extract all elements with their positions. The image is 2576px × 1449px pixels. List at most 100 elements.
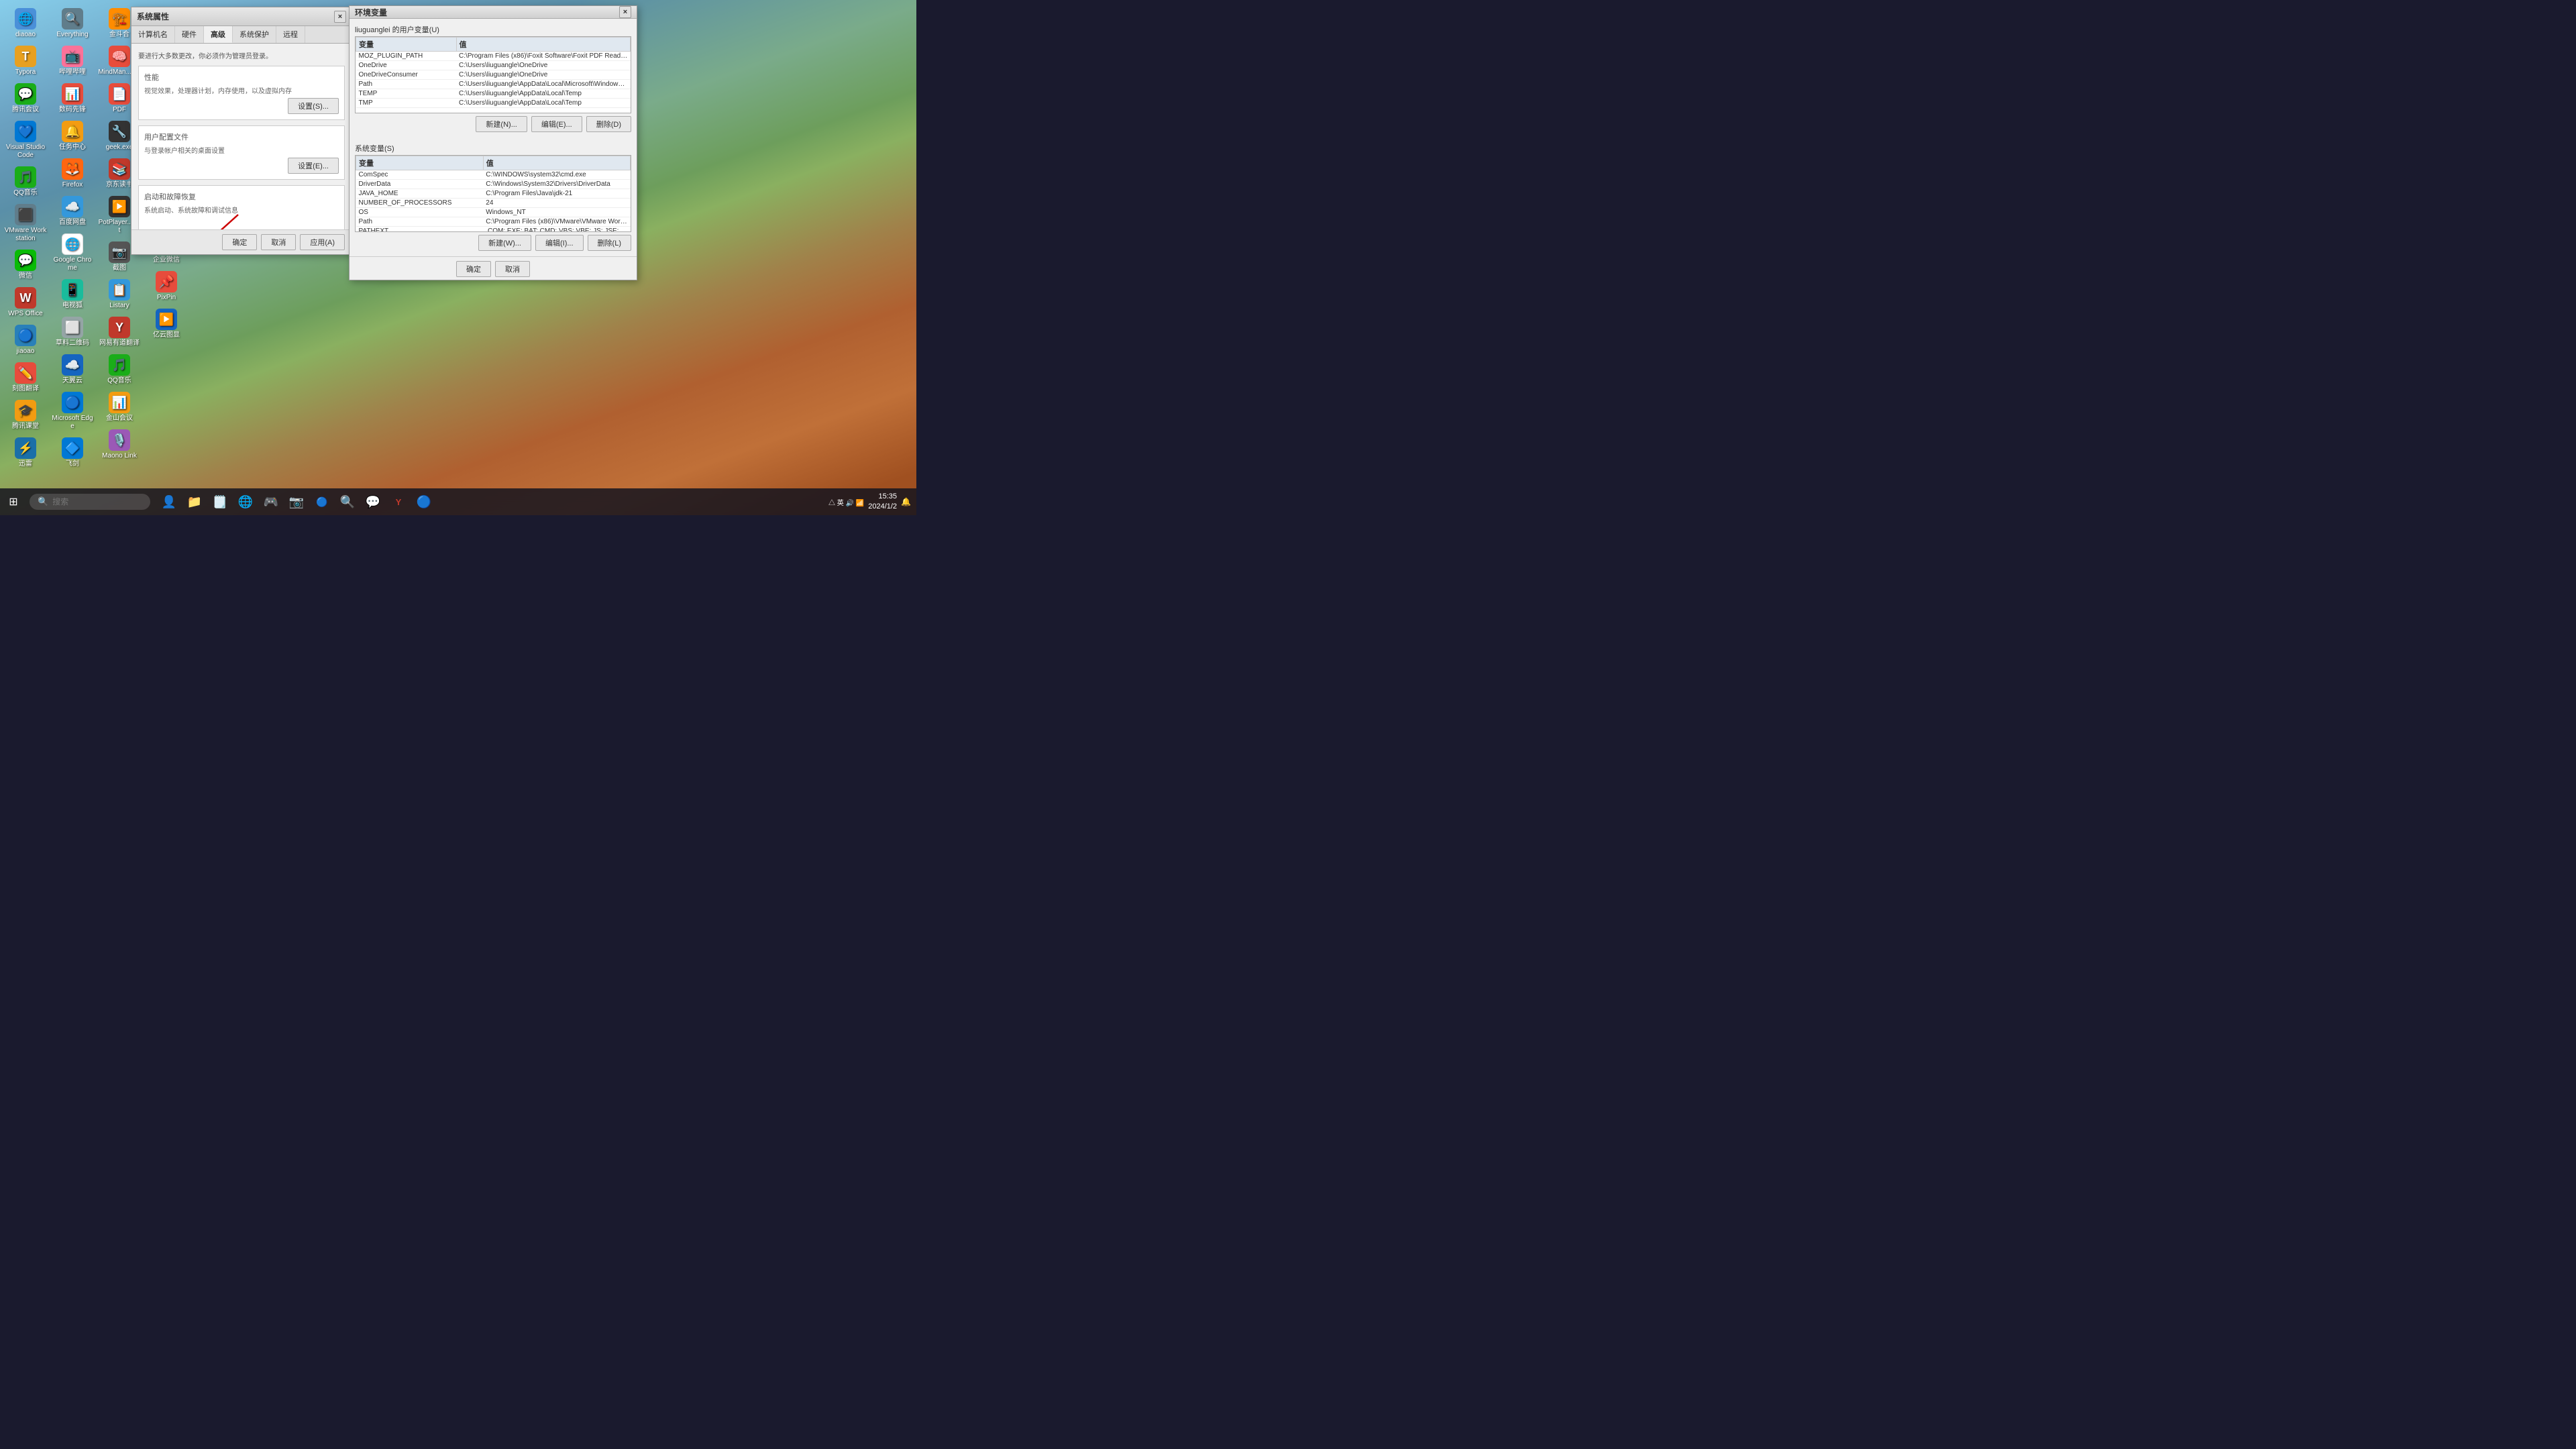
desktop-icon-jinshan[interactable]: 📊 金山会议: [97, 389, 142, 425]
taskbar-app-camera[interactable]: 📷: [284, 490, 309, 514]
jiaoao-label: jiaoao: [17, 347, 35, 356]
sys-var-row-javahome[interactable]: JAVA_HOME C:\Program Files\Java\jdk-21: [356, 189, 631, 199]
desktop-icon-typora[interactable]: T Typora: [3, 43, 48, 79]
desktop-icon-qqconf[interactable]: 💬 腾讯会议: [3, 80, 48, 117]
desktop-icon-bilibili[interactable]: 📺 哔哩哔哩: [50, 43, 95, 79]
desktop-icon-dianshihu[interactable]: 📱 电视狐: [50, 276, 95, 313]
desktop-icon-edge[interactable]: 🔵 Microsoft Edge: [50, 389, 95, 433]
desktop-icon-xunlei[interactable]: ⚡ 迅雷: [3, 435, 48, 471]
desktop-icon-vscode[interactable]: 💙 Visual Studio Code: [3, 118, 48, 162]
user-var-row-temp[interactable]: TEMP C:\Users\liuguangle\AppData\Local\T…: [356, 89, 631, 99]
desktop-icon-maono[interactable]: 🎙️ Maono Link: [97, 427, 142, 463]
sys-var-row-comspec[interactable]: ComSpec C:\WINDOWS\system32\cmd.exe: [356, 170, 631, 180]
chrome-icon: 🌐: [62, 233, 83, 255]
sysprops-cancel-button[interactable]: 取消: [261, 234, 296, 250]
desktop-icon-baidu[interactable]: ☁️ 百度网盘: [50, 193, 95, 229]
desktop: 🌐 diaoao T Typora 💬 腾讯会议 💙 Visual Studio…: [0, 0, 916, 515]
desktop-icon-autocad[interactable]: ✏️ 刻图翻译: [3, 360, 48, 396]
taskbar-app-dot[interactable]: 🔵: [412, 490, 436, 514]
yiyun-icon: ▶️: [156, 309, 177, 330]
desktop-icon-vmware[interactable]: ⬛ VMware Workstation: [3, 201, 48, 246]
desktop-icon-renwu[interactable]: 🔔 任务中心: [50, 118, 95, 154]
taskbar-app-person[interactable]: 👤: [157, 490, 181, 514]
taskbar-app-search[interactable]: 🔍: [335, 490, 360, 514]
yiyun-label: 亿云图显: [153, 331, 180, 339]
desktop-icon-jiaoao[interactable]: 🔵 jiaoao: [3, 322, 48, 358]
user-var-row-onedrive[interactable]: OneDrive C:\Users\liuguangle\OneDrive: [356, 61, 631, 70]
sysprops-apply-button[interactable]: 应用(A): [300, 234, 345, 250]
user-delete-button[interactable]: 删除(D): [586, 116, 631, 132]
jinshan-label: 金山会议: [106, 415, 133, 423]
envvars-cancel-button[interactable]: 取消: [495, 261, 530, 277]
taskbar-app-folder[interactable]: 📁: [182, 490, 207, 514]
user-var-row-moz[interactable]: MOZ_PLUGIN_PATH C:\Program Files (x86)\F…: [356, 52, 631, 61]
desktop-icon-pixpin[interactable]: 📌 PixPin: [144, 268, 189, 305]
user-var-row-onedrivecon[interactable]: OneDriveConsumer C:\Users\liuguangle\One…: [356, 70, 631, 80]
desktop-icon-chrome[interactable]: 🌐 Google Chrome: [50, 231, 95, 275]
jinshan-icon: 📊: [109, 392, 130, 413]
sys-var-row-os[interactable]: OS Windows_NT: [356, 208, 631, 217]
tab-xitongbaohu[interactable]: 系统保护: [233, 26, 276, 43]
sys-var-row-path[interactable]: Path C:\Program Files (x86)\VMware\VMwar…: [356, 217, 631, 227]
wps-icon: W: [15, 287, 36, 309]
sysprops-titlebar: 系统属性 ×: [131, 7, 352, 26]
taskbar-search-input[interactable]: [52, 497, 140, 506]
desktop-icon-shuma[interactable]: 📊 数码先锋: [50, 80, 95, 117]
user-edit-button[interactable]: 编辑(E)...: [531, 116, 582, 132]
start-button[interactable]: ⊞: [0, 488, 27, 515]
taskbar-app-chrome[interactable]: 🌐: [233, 490, 258, 514]
youdao-label: 网易有道翻译: [99, 339, 140, 347]
capture-label: 截图: [113, 264, 126, 272]
desktop-icon-qqmusic[interactable]: 🎵 QQ音乐: [3, 164, 48, 200]
userprofile-settings-button[interactable]: 设置(E)...: [288, 158, 339, 174]
user-var-path-value: C:\Users\liuguangle\AppData\Local\Micros…: [456, 80, 630, 89]
taskbar-clock[interactable]: 15:35 2024/1/2: [868, 492, 897, 513]
desktop-icon-qqmusic2[interactable]: 🎵 QQ音乐: [97, 352, 142, 388]
desktop-icon-caocao[interactable]: ⬜ 草料二维码: [50, 314, 95, 350]
sys-delete-button[interactable]: 删除(L): [588, 235, 631, 251]
taskbar-system-tray: △ 英 🔊 📶 15:35 2024/1/2 🔔: [828, 492, 916, 513]
sys-var-row-numproc[interactable]: NUMBER_OF_PROCESSORS 24: [356, 199, 631, 208]
user-var-row-tmp[interactable]: TMP C:\Users\liuguangle\AppData\Local\Te…: [356, 99, 631, 108]
sys-edit-button[interactable]: 编辑(I)...: [535, 235, 584, 251]
sysprops-close-button[interactable]: ×: [334, 11, 346, 23]
taskbar-app-edge[interactable]: 🔵: [310, 490, 334, 514]
desktop-icon-wechat[interactable]: 💬 微信: [3, 247, 48, 283]
tab-yingjian[interactable]: 硬件: [175, 26, 204, 43]
taskbar-app-youdao[interactable]: Y: [386, 490, 411, 514]
desktop-icon-jiaoyuan[interactable]: 🎓 腾讯课堂: [3, 397, 48, 433]
everything-label: Everything: [56, 31, 88, 39]
performance-settings-button[interactable]: 设置(S)...: [288, 98, 339, 114]
sys-var-row-pathext[interactable]: PATHEXT .COM;.EXE;.BAT;.CMD;.VBS;.VBE;.J…: [356, 227, 631, 233]
sys-new-button[interactable]: 新建(W)...: [478, 235, 531, 251]
sys-var-comspec-value: C:\WINDOWS\system32\cmd.exe: [483, 170, 630, 180]
desktop-icon-yiyun[interactable]: ▶️ 亿云图显: [144, 306, 189, 342]
firefox-label: Firefox: [62, 181, 83, 189]
qqmusic2-icon: 🎵: [109, 354, 130, 376]
desktop-icon-feijian[interactable]: 🔷 飞剑: [50, 435, 95, 471]
envvars-close-button[interactable]: ×: [619, 6, 631, 18]
taskbar-search-container[interactable]: 🔍: [30, 494, 150, 510]
desktop-icon-tianyi[interactable]: ☁️ 天翼云: [50, 352, 95, 388]
taskbar-app-game[interactable]: 🎮: [259, 490, 283, 514]
dianshihu-label: 电视狐: [62, 302, 83, 310]
desktop-icon-diaoao[interactable]: 🌐 diaoao: [3, 5, 48, 42]
tab-gaoji[interactable]: 高级: [204, 26, 233, 43]
taskbar-app-chat[interactable]: 💬: [361, 490, 385, 514]
tab-yuancheng[interactable]: 远程: [276, 26, 305, 43]
pixpin-icon: 📌: [156, 271, 177, 292]
sys-var-row-driverdata[interactable]: DriverData C:\Windows\System32\Drivers\D…: [356, 180, 631, 189]
desktop-icon-everything[interactable]: 🔍 Everything: [50, 5, 95, 42]
desktop-icon-youdao[interactable]: Y 网易有道翻译: [97, 314, 142, 350]
taskbar-app-notepad[interactable]: 🗒️: [208, 490, 232, 514]
user-new-button[interactable]: 新建(N)...: [476, 116, 527, 132]
desktop-icon-listary[interactable]: 📋 Listary: [97, 276, 142, 313]
user-var-row-path[interactable]: Path C:\Users\liuguangle\AppData\Local\M…: [356, 80, 631, 89]
desktop-icon-firefox[interactable]: 🦊 Firefox: [50, 156, 95, 192]
envvars-ok-button[interactable]: 确定: [456, 261, 491, 277]
tab-jisuanji[interactable]: 计算机名: [131, 26, 175, 43]
sysprops-ok-button[interactable]: 确定: [222, 234, 257, 250]
dianshihu-icon: 📱: [62, 279, 83, 301]
desktop-icon-wps[interactable]: W WPS Office: [3, 284, 48, 321]
jindouhe-label: 金斗合: [109, 31, 129, 39]
